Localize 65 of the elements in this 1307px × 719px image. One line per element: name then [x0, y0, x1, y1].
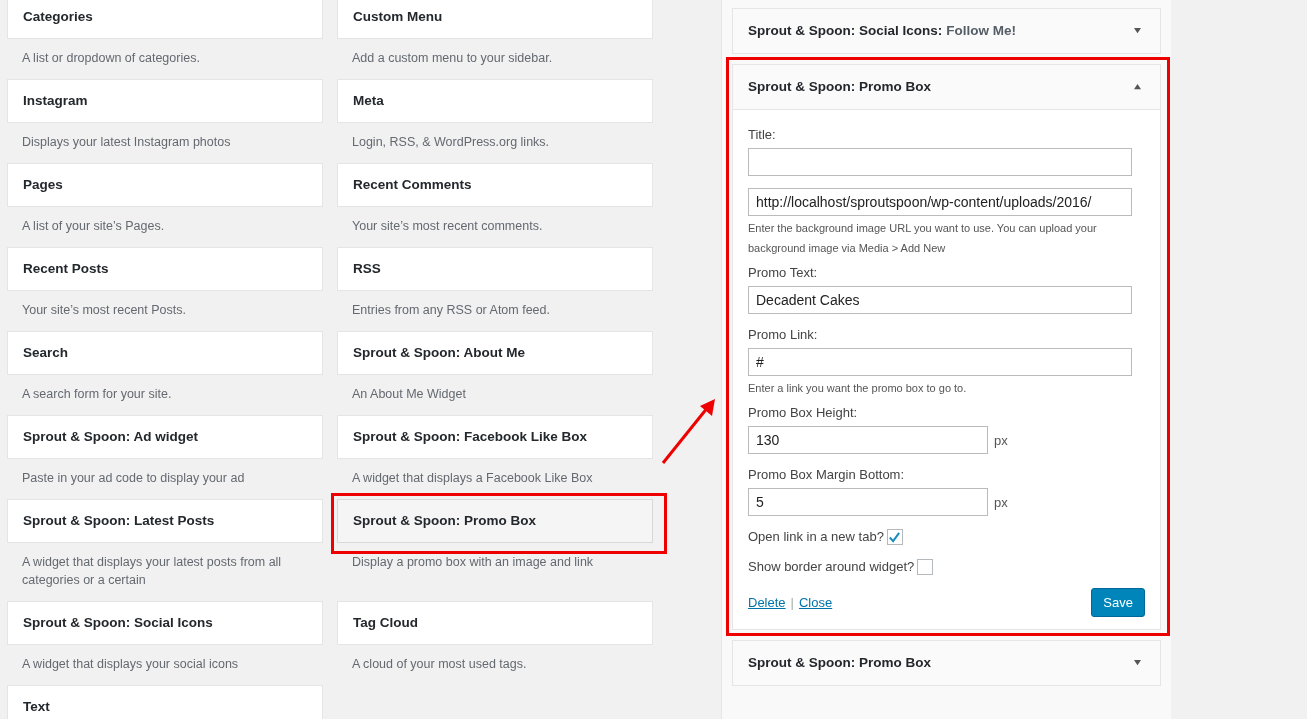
widget-header[interactable]: Sprout & Spoon: Social Icons: Follow Me! — [733, 9, 1160, 53]
widget-header[interactable]: Sprout & Spoon: Promo Box — [733, 65, 1160, 109]
widget-description: A widget that displays your social icons — [21, 656, 240, 673]
widget-tile[interactable]: Instagram — [7, 79, 323, 123]
checkbox[interactable] — [886, 529, 903, 545]
save-button[interactable]: Save — [1091, 588, 1145, 617]
widget-description: Add a custom menu to your sidebar. — [351, 50, 554, 67]
expand-arrow-icon[interactable] — [1133, 659, 1142, 666]
widget-description: Displays your latest Instagram photos — [21, 134, 232, 151]
unit-label: px — [994, 432, 1008, 448]
widget-tile[interactable]: Sprout & Spoon: Facebook Like Box — [337, 415, 653, 459]
widget-tile[interactable]: Sprout & Spoon: About Me — [337, 331, 653, 375]
expand-arrow-icon[interactable] — [1133, 27, 1142, 34]
widget-tile[interactable]: Search — [7, 331, 323, 375]
widget-tile[interactable]: Sprout & Spoon: Ad widget — [7, 415, 323, 459]
checkbox-label: Open link in a new tab? — [748, 528, 884, 546]
widget-tile[interactable]: Custom Menu — [337, 0, 653, 39]
widget-tile[interactable]: Pages — [7, 163, 323, 207]
widget-title: Sprout & Spoon: Social Icons: Follow Me! — [748, 23, 1016, 38]
field-label: Promo Text: — [748, 264, 819, 282]
widget-description: Login, RSS, & WordPress.org links. — [351, 134, 551, 151]
widget-tile[interactable]: Recent Posts — [7, 247, 323, 291]
widget-tile[interactable]: Sprout & Spoon: Promo Box — [337, 499, 653, 543]
checkbox[interactable] — [917, 559, 934, 575]
field-hint: Enter the background image URL you want to use. You can upload your background image via Media > Add New — [748, 221, 1098, 256]
widget-description: A list or dropdown of categories. — [21, 50, 201, 67]
widget-tile[interactable]: Sprout & Spoon: Social Icons — [7, 601, 323, 645]
widget-tile[interactable]: Sprout & Spoon: Latest Posts — [7, 499, 323, 543]
widget-tile[interactable]: Categories — [7, 0, 323, 39]
field-label: Promo Box Height: — [748, 404, 859, 422]
widget-tile[interactable]: Text — [7, 685, 323, 719]
widget-description: A search form for your site. — [21, 386, 173, 403]
widget-tile[interactable]: Recent Comments — [337, 163, 653, 207]
field-label: Title: — [748, 126, 777, 144]
widget-tile[interactable]: Tag Cloud — [337, 601, 653, 645]
widget-description: Your site’s most recent comments. — [351, 218, 544, 235]
widget-description: A cloud of your most used tags. — [351, 656, 528, 673]
widget-header[interactable]: Sprout & Spoon: Promo Box — [733, 641, 1160, 685]
widget-description: Paste in your ad code to display your ad — [21, 470, 246, 487]
widget-description: Your site’s most recent Posts. — [21, 302, 187, 319]
widget-description: A widget that displays your latest posts from all categories or a certain — [21, 554, 283, 589]
widget-description: An About Me Widget — [351, 386, 467, 403]
field-label: Promo Link: — [748, 326, 819, 344]
input-field[interactable] — [748, 148, 1132, 176]
widget-description: Display a promo box with an image and link — [351, 554, 595, 571]
separator: | — [790, 595, 794, 610]
widget-title: Sprout & Spoon: Promo Box — [748, 79, 931, 94]
widget-title: Sprout & Spoon: Promo Box — [748, 655, 931, 670]
checkbox-label: Show border around widget? — [748, 558, 915, 576]
input-field[interactable]: 5 — [748, 488, 988, 516]
collapse-arrow-icon[interactable] — [1133, 83, 1142, 90]
widget-tile[interactable]: RSS — [337, 247, 653, 291]
field-label: Promo Box Margin Bottom: — [748, 466, 906, 484]
widget-description: A widget that displays a Facebook Like Box — [351, 470, 594, 487]
input-field[interactable]: http://localhost/sproutspoon/wp-content/uploads/2016/ — [748, 188, 1132, 216]
delete-link[interactable]: Delete — [748, 595, 786, 610]
input-field[interactable]: Decadent Cakes — [748, 286, 1132, 314]
widget-tile[interactable]: Meta — [337, 79, 653, 123]
close-link[interactable]: Close — [798, 595, 833, 610]
widget-description: A list of your site’s Pages. — [21, 218, 166, 235]
field-hint: Enter a link you want the promo box to go to. — [748, 381, 968, 396]
input-field[interactable]: 130 — [748, 426, 988, 454]
widget-description: Entries from any RSS or Atom feed. — [351, 302, 551, 319]
input-field[interactable]: # — [748, 348, 1132, 376]
unit-label: px — [994, 494, 1008, 510]
